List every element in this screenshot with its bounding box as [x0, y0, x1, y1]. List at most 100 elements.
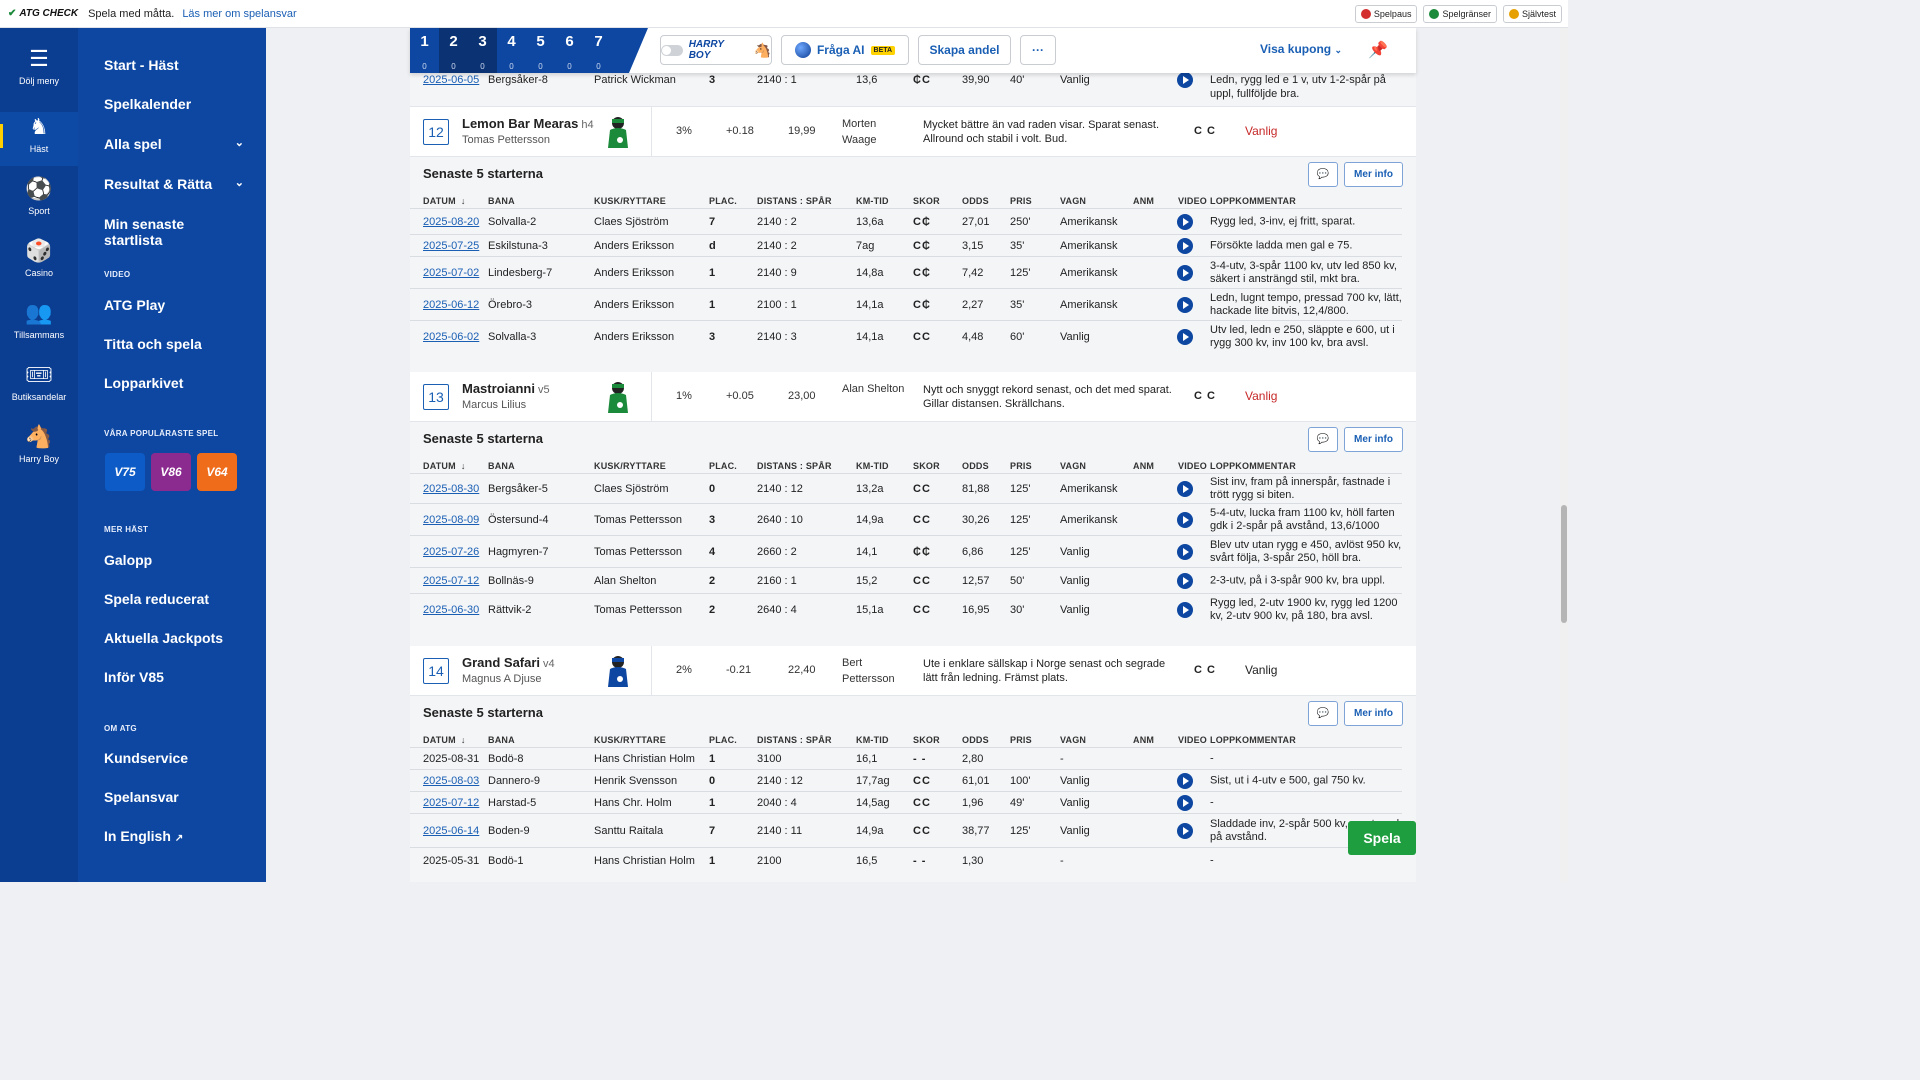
rail-item-butiksandelar[interactable]: 🎟 Butiksandelar: [0, 360, 78, 414]
cell-date[interactable]: 2025-08-09: [423, 514, 479, 526]
about-item-1[interactable]: Spelansvar: [104, 789, 244, 805]
rail-item-häst[interactable]: ♞ Häst: [0, 112, 78, 166]
play-video-icon[interactable]: [1177, 511, 1193, 528]
play-video-icon[interactable]: [1177, 822, 1193, 839]
responsible-gaming-bar: ✔ ATG CHECK Spela med måtta. Läs mer om s…: [0, 0, 1568, 28]
horse-name[interactable]: Grand Safari v4: [462, 655, 555, 670]
video-item-2[interactable]: Lopparkivet: [104, 375, 244, 391]
horse-row-12[interactable]: 12 Lemon Bar Mearas h4 Tomas Pettersson 3% +0…: [410, 107, 1416, 157]
start-number[interactable]: 13: [423, 384, 449, 410]
horse-name[interactable]: Lemon Bar Mearas h4: [462, 116, 594, 131]
race-tab-1[interactable]: 10: [410, 28, 439, 73]
play-video-icon[interactable]: [1177, 543, 1193, 560]
cell-date[interactable]: 2025-06-14: [423, 825, 479, 837]
game-v75-button[interactable]: V75: [105, 453, 145, 491]
play-video-icon[interactable]: [1177, 572, 1193, 589]
more-item-0[interactable]: Galopp: [104, 552, 244, 568]
start-row: 2025-06-12 Örebro-3 Anders Eriksson 1 2100 :…: [410, 288, 1402, 320]
play-video-icon[interactable]: [1177, 213, 1193, 230]
limit-button[interactable]: Spelgränser: [1423, 5, 1497, 23]
more-item-2[interactable]: Aktuella Jackpots: [104, 630, 244, 646]
cell-date[interactable]: 2025-07-25: [423, 240, 479, 252]
rail-item-casino[interactable]: 🎲 Casino: [0, 236, 78, 290]
cell-date[interactable]: 2025-06-30: [423, 604, 479, 616]
race-tab-7[interactable]: 70: [584, 28, 613, 73]
more-item-1[interactable]: Spela reducerat: [104, 591, 244, 607]
col-header: KUSK/RYTTARE: [594, 735, 666, 745]
menu-item-3[interactable]: Resultat & Rätta ⌄: [104, 176, 244, 192]
more-item-3[interactable]: Inför V85: [104, 669, 244, 685]
prev-cell-0[interactable]: 2025-06-05: [423, 74, 479, 86]
menu-item-2[interactable]: Alla spel ⌄: [104, 136, 244, 152]
play-video-icon[interactable]: [1177, 601, 1193, 618]
col-header[interactable]: DATUM ↓: [423, 461, 466, 471]
menu-item-1[interactable]: Spelkalender: [104, 96, 244, 112]
horse-name[interactable]: Mastroianni v5: [462, 381, 550, 396]
play-video-icon[interactable]: [1177, 264, 1193, 281]
rail-item-sport[interactable]: ⚽ Sport: [0, 174, 78, 228]
cell-date[interactable]: 2025-06-02: [423, 331, 479, 343]
race-tab-5[interactable]: 50: [526, 28, 555, 73]
start-number[interactable]: 12: [423, 119, 449, 145]
cell-date[interactable]: 2025-06-12: [423, 299, 479, 311]
ask-ai-button[interactable]: Fråga AI BETA: [781, 35, 909, 65]
more-info-button[interactable]: Mer info: [1344, 701, 1403, 726]
more-info-button[interactable]: Mer info: [1344, 162, 1403, 187]
sort-down-icon[interactable]: ↓: [461, 735, 466, 745]
col-header[interactable]: DATUM ↓: [423, 735, 466, 745]
cell-date[interactable]: 2025-08-20: [423, 216, 479, 228]
cell-date[interactable]: 2025-08-30: [423, 483, 479, 495]
play-video-icon[interactable]: [1177, 237, 1193, 254]
comment-icon[interactable]: 💬: [1308, 701, 1338, 726]
sort-down-icon[interactable]: ↓: [461, 196, 466, 206]
play-button[interactable]: Spela: [1348, 821, 1416, 855]
scrollbar-thumb[interactable]: [1561, 505, 1567, 623]
play-video-icon[interactable]: [1177, 772, 1193, 789]
video-item-1[interactable]: Titta och spela: [104, 336, 244, 352]
play-video-icon[interactable]: [1177, 328, 1193, 345]
start-number[interactable]: 14: [423, 658, 449, 684]
harry-boy-toggle[interactable]: HARRY BOY 🐴: [660, 35, 772, 65]
race-tab-6[interactable]: 60: [555, 28, 584, 73]
create-share-button[interactable]: Skapa andel: [918, 35, 1011, 65]
toggle-switch[interactable]: [661, 44, 683, 56]
show-coupon-button[interactable]: Visa kupong ⌄: [1260, 42, 1342, 56]
menu-item-label: Start - Häst: [104, 57, 179, 73]
cell-date[interactable]: 2025-07-12: [423, 575, 479, 587]
responsible-link[interactable]: Läs mer om spelansvar: [182, 8, 296, 20]
cell-track: Hagmyren-7: [488, 545, 549, 558]
rail-item-tillsammans[interactable]: 👥 Tillsammans: [0, 298, 78, 352]
cell-date[interactable]: 2025-08-03: [423, 775, 479, 787]
more-info-button[interactable]: Mer info: [1344, 427, 1403, 452]
race-tab-3[interactable]: 30: [468, 28, 497, 73]
cell-date[interactable]: 2025-07-26: [423, 546, 479, 558]
pause-button[interactable]: Spelpaus: [1354, 5, 1418, 23]
cell-date[interactable]: 2025-07-02: [423, 267, 479, 279]
col-header[interactable]: DATUM ↓: [423, 196, 466, 206]
about-item-0[interactable]: Kundservice: [104, 750, 244, 766]
sort-down-icon[interactable]: ↓: [461, 461, 466, 471]
play-video-icon[interactable]: [1177, 794, 1193, 811]
cell-date[interactable]: 2025-07-12: [423, 797, 479, 809]
horse-row-13[interactable]: 13 Mastroianni v5 Marcus Lilius 1% +0.05 23,00…: [410, 372, 1416, 422]
play-video-icon[interactable]: [1177, 72, 1193, 88]
pin-icon[interactable]: 📌: [1368, 40, 1388, 60]
scrollbar[interactable]: [1560, 28, 1568, 882]
play-video-icon[interactable]: [1177, 296, 1193, 313]
about-item-2[interactable]: In English ↗: [104, 828, 244, 844]
play-video-icon[interactable]: [1177, 480, 1193, 497]
video-item-0[interactable]: ATG Play: [104, 297, 244, 313]
menu-item-4[interactable]: Min senaste startlista: [104, 216, 244, 248]
rail-item-dölj-meny[interactable]: ☰ Dölj meny: [0, 44, 78, 98]
comment-icon[interactable]: 💬: [1308, 427, 1338, 452]
comment-icon[interactable]: 💬: [1308, 162, 1338, 187]
race-tab-2[interactable]: 20: [439, 28, 468, 73]
rail-item-harry-boy[interactable]: 🐴 Harry Boy: [0, 422, 78, 476]
more-options-button[interactable]: ···: [1020, 35, 1056, 65]
horse-row-14[interactable]: 14 Grand Safari v4 Magnus A Djuse 2% -0.21 22,…: [410, 646, 1416, 696]
game-v64-button[interactable]: V64: [197, 453, 237, 491]
game-v86-button[interactable]: V86: [151, 453, 191, 491]
race-tab-4[interactable]: 40: [497, 28, 526, 73]
selftest-button[interactable]: Självtest: [1502, 5, 1562, 23]
menu-item-0[interactable]: Start - Häst: [104, 57, 244, 73]
